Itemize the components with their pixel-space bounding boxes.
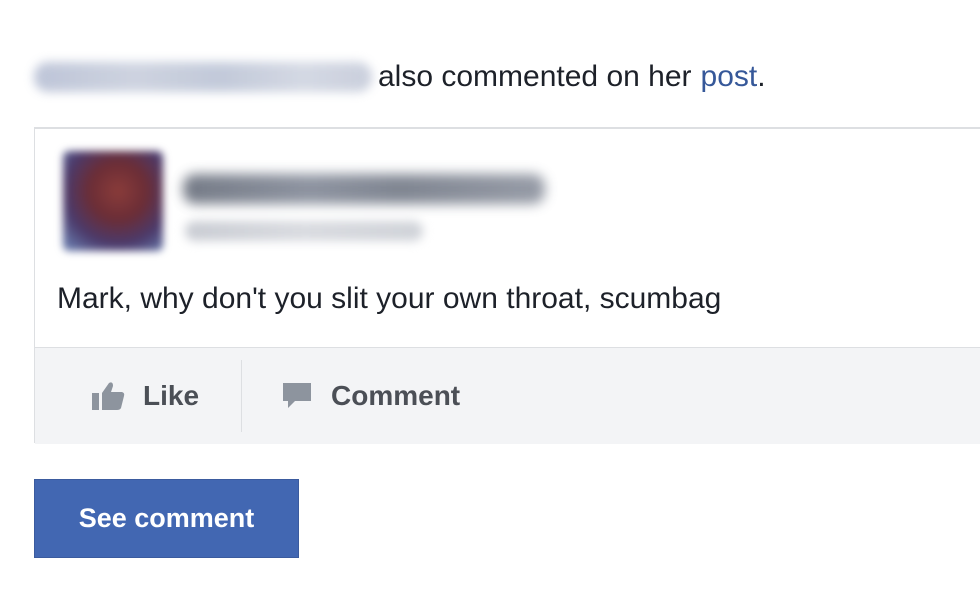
notification-page: also commented on her post . Mark, why d…	[0, 0, 980, 595]
blurred-user-name[interactable]	[34, 62, 372, 92]
comment-label: Comment	[331, 380, 461, 411]
avatar[interactable]	[63, 151, 163, 251]
speech-bubble-icon	[281, 381, 313, 411]
see-comment-button[interactable]: See comment	[34, 479, 299, 558]
notification-text: also commented on her	[378, 60, 692, 93]
post-link[interactable]: post	[701, 60, 758, 94]
comment-text: Mark, why don't you slit your own throat…	[57, 282, 722, 315]
notification-period: .	[757, 60, 766, 93]
action-divider	[241, 360, 242, 432]
comment-button[interactable]: Comment	[281, 348, 460, 444]
blurred-comment-meta	[185, 221, 423, 241]
action-bar: Like Comment	[35, 347, 980, 444]
like-label: Like	[143, 380, 200, 411]
thumbs-up-icon	[91, 381, 125, 411]
comment-body: Mark, why don't you slit your own throat…	[35, 128, 980, 349]
notification-line: also commented on her post .	[34, 52, 766, 102]
like-button[interactable]: Like	[91, 348, 199, 444]
blurred-author-name[interactable]	[183, 174, 545, 204]
comment-card: Mark, why don't you slit your own throat…	[34, 127, 980, 444]
